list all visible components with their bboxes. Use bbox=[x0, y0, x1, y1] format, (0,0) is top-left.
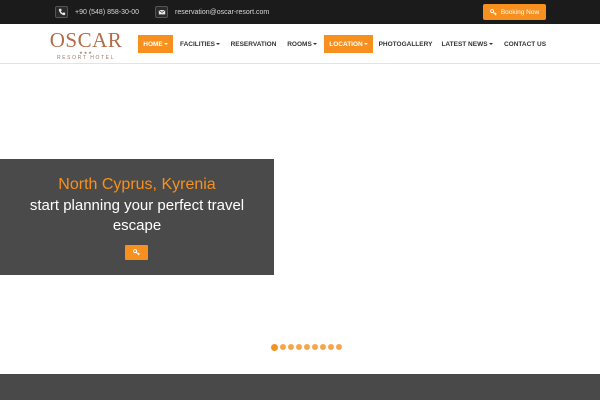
nav-item-home[interactable]: HOME bbox=[138, 35, 173, 53]
hotel-logo[interactable]: OSCAR ★★★ RESORT HOTEL bbox=[47, 28, 125, 62]
top-bar: +90 (548) 858-30-00 reservation@oscar-re… bbox=[0, 0, 600, 24]
envelope-icon bbox=[155, 6, 168, 18]
email-address[interactable]: reservation@oscar-resort.com bbox=[175, 9, 269, 16]
booking-now-button[interactable]: Booking Now bbox=[483, 4, 546, 20]
caret-down-icon bbox=[488, 43, 493, 45]
key-icon bbox=[133, 249, 140, 256]
phone-icon bbox=[55, 6, 68, 18]
logo-subtitle: RESORT HOTEL bbox=[57, 55, 115, 61]
caret-down-icon bbox=[363, 43, 368, 45]
phone-contact[interactable]: +90 (548) 858-30-00 bbox=[55, 0, 139, 24]
nav-item-location[interactable]: LOCATION bbox=[324, 35, 373, 53]
nav-item-latest-news[interactable]: LATEST NEWS bbox=[438, 35, 496, 53]
email-contact[interactable]: reservation@oscar-resort.com bbox=[155, 0, 269, 24]
slider-dot[interactable] bbox=[336, 344, 342, 350]
hero-key-button[interactable] bbox=[125, 245, 148, 260]
slider-dot[interactable] bbox=[271, 343, 278, 351]
slider-dot[interactable] bbox=[320, 344, 326, 350]
slider-dot[interactable] bbox=[296, 344, 302, 350]
slider-dot[interactable] bbox=[288, 344, 294, 350]
logo-name: OSCAR bbox=[49, 28, 123, 52]
slider-dot[interactable] bbox=[328, 344, 334, 350]
nav-item-photogallery[interactable]: PHOTOGALLERY bbox=[376, 35, 435, 53]
key-icon bbox=[489, 8, 497, 15]
caret-down-icon bbox=[312, 43, 317, 45]
slider-dot[interactable] bbox=[280, 344, 286, 350]
caret-down-icon bbox=[216, 43, 221, 45]
nav-item-contact-us[interactable]: CONTACT US bbox=[500, 35, 550, 53]
slider-dot[interactable] bbox=[304, 344, 310, 350]
booking-now-label: Booking Now bbox=[500, 8, 540, 16]
nav-item-reservation[interactable]: RESERVATION bbox=[227, 35, 280, 53]
phone-number[interactable]: +90 (548) 858-30-00 bbox=[75, 9, 139, 16]
slider-dot[interactable] bbox=[312, 344, 318, 350]
bottom-section bbox=[0, 374, 600, 400]
caret-down-icon bbox=[163, 43, 168, 45]
nav-item-facilities[interactable]: FACILITIES bbox=[175, 35, 225, 53]
hero-slider: North Cyprus, Kyrenia start planning you… bbox=[0, 64, 600, 374]
hero-subtitle-line1: start planning your perfect travel bbox=[29, 197, 245, 214]
nav-item-rooms[interactable]: ROOMS bbox=[283, 35, 321, 53]
hero-caption: North Cyprus, Kyrenia start planning you… bbox=[0, 159, 274, 275]
slider-pagination bbox=[271, 343, 344, 351]
hero-subtitle-line2: escape bbox=[112, 217, 162, 234]
hero-title: North Cyprus, Kyrenia bbox=[58, 176, 216, 193]
main-header: OSCAR ★★★ RESORT HOTEL HOME FACILITIES R… bbox=[0, 24, 600, 64]
